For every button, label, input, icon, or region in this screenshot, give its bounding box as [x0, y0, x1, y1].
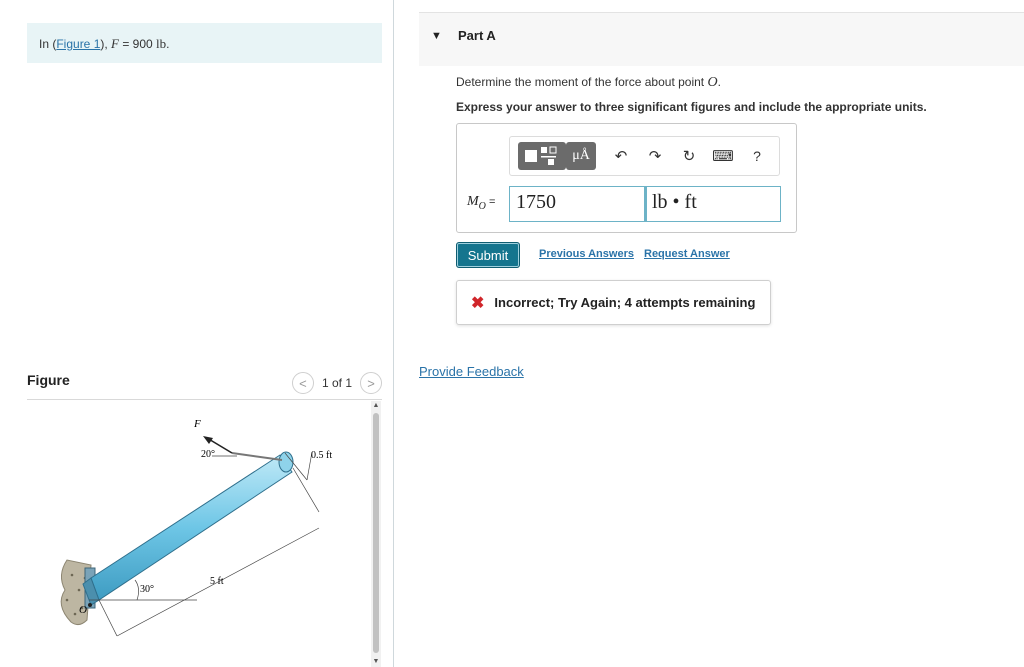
figure-scrollbar[interactable]: ▲ ▼	[371, 401, 381, 667]
figure-pager: < 1 of 1 >	[291, 372, 382, 394]
label-angle-top: 20°	[201, 449, 215, 460]
force-unit: lb	[156, 36, 167, 51]
reset-icon[interactable]: ↻	[672, 142, 706, 170]
answer-value-input[interactable]: 1750	[509, 186, 645, 222]
part-title: Part A	[458, 28, 496, 43]
problem-middle: ),	[100, 37, 112, 51]
column-divider	[393, 0, 394, 667]
question-end: .	[717, 75, 721, 89]
keyboard-icon[interactable]: ⌨	[706, 142, 740, 170]
figure-image: F 20° 0.5 ft 5 ft 30° O	[27, 400, 377, 667]
label-length: 5 ft	[210, 576, 224, 587]
problem-statement: In (Figure 1), F = 900 lb.	[27, 23, 382, 63]
feedback-message: ✖ Incorrect; Try Again; 4 attempts remai…	[456, 280, 771, 325]
figure-page-indicator: 1 of 1	[321, 376, 352, 390]
label-force: F	[193, 418, 201, 430]
redo-icon[interactable]: ↷	[638, 142, 672, 170]
question-point: O	[707, 75, 718, 90]
beam-diagram: F 20° 0.5 ft 5 ft 30° O	[60, 418, 332, 637]
label-angle-base: 30°	[140, 584, 154, 595]
answer-label: MO =	[467, 194, 495, 212]
template-icon[interactable]	[518, 142, 566, 170]
answer-unit-input[interactable]: lb • ft	[645, 186, 781, 222]
feedback-text: Incorrect; Try Again; 4 attempts remaini…	[494, 295, 756, 310]
point-o-marker	[88, 603, 92, 607]
figure-title: Figure	[27, 372, 70, 388]
beam	[82, 451, 294, 606]
scroll-down-icon[interactable]: ▼	[371, 657, 381, 667]
request-answer-link[interactable]: Request Answer	[644, 248, 730, 260]
problem-prefix: In (	[39, 37, 57, 51]
label-origin: O	[79, 604, 87, 616]
provide-feedback-link[interactable]: Provide Feedback	[419, 364, 524, 379]
problem-suffix: .	[166, 37, 170, 51]
dimension-lines	[89, 451, 320, 637]
submit-button[interactable]: Submit	[456, 242, 520, 268]
label-offset: 0.5 ft	[311, 450, 332, 461]
answer-label-sub: O	[478, 200, 486, 212]
help-icon[interactable]: ?	[740, 142, 774, 170]
collapse-caret-icon[interactable]: ▼	[431, 30, 442, 42]
undo-icon[interactable]: ↶	[604, 142, 638, 170]
part-a-header[interactable]: ▼ Part A	[419, 12, 1024, 66]
incorrect-icon: ✖	[471, 294, 485, 312]
units-button[interactable]: μÅ	[566, 142, 596, 170]
answer-box: μÅ ↶ ↷ ↻ ⌨ ? MO = 1750 lb • ft	[456, 123, 797, 233]
figure-link[interactable]: Figure 1	[56, 37, 100, 51]
next-figure-button[interactable]: >	[360, 372, 382, 394]
force-variable: F	[111, 36, 119, 51]
figure-header: Figure < 1 of 1 >	[27, 368, 382, 400]
prev-figure-button[interactable]: <	[291, 372, 314, 394]
scroll-thumb[interactable]	[373, 413, 379, 653]
answer-label-eq: =	[485, 196, 496, 208]
force-equals: = 900	[119, 37, 157, 51]
answer-label-var: M	[467, 194, 479, 209]
instruction-text: Express your answer to three significant…	[456, 100, 927, 114]
question-body: Determine the moment of the force about …	[456, 75, 708, 89]
scroll-up-icon[interactable]: ▲	[371, 401, 381, 411]
previous-answers-link[interactable]: Previous Answers	[539, 248, 634, 260]
math-toolbar: μÅ ↶ ↷ ↻ ⌨ ?	[509, 136, 780, 176]
question-text: Determine the moment of the force about …	[456, 75, 721, 91]
